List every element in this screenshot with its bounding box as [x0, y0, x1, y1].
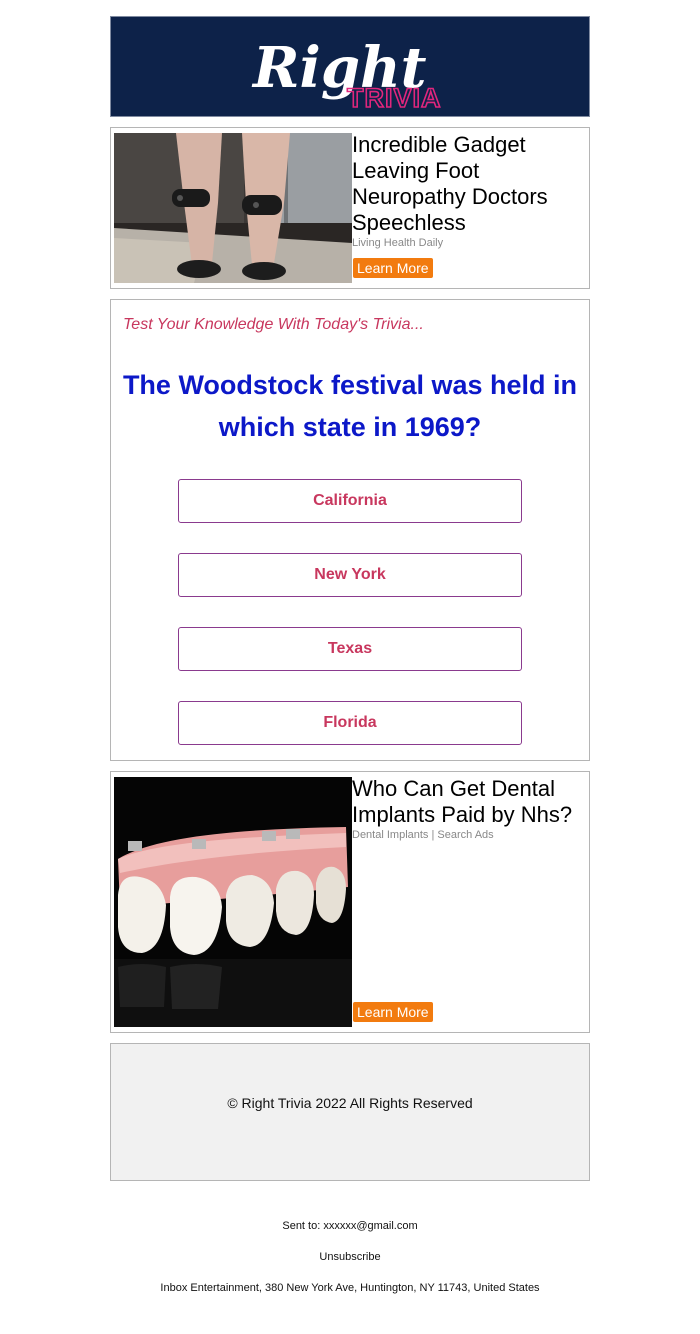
sent-to-text: Sent to: xxxxxx@gmail.com	[282, 1220, 418, 1232]
ad-title[interactable]: Incredible Gadget Leaving Foot Neuropath…	[352, 132, 585, 236]
ad-source: Living Health Daily	[352, 237, 444, 249]
copyright-text: © Right Trivia 2022 All Rights Reserved	[227, 1095, 473, 1111]
logo-sub-text: TRIVIA	[347, 83, 442, 113]
footer-box: © Right Trivia 2022 All Rights Reserved	[110, 1043, 590, 1181]
header-banner[interactable]: Right TRIVIA	[110, 16, 590, 117]
ad-image-dental-implant[interactable]	[114, 777, 352, 1027]
email-page: Right TRIVIA Incredible Gadget Leaving F…	[0, 0, 700, 1334]
unsubscribe-link[interactable]: Unsubscribe	[0, 1251, 700, 1263]
right-trivia-logo: Right TRIVIA	[251, 35, 442, 114]
trivia-question: The Woodstock festival was held in which…	[122, 370, 578, 442]
learn-more-button[interactable]: Learn More	[353, 1002, 433, 1022]
sponsored-ad-dental[interactable]: Who Can Get Dental Implants Paid by Nhs?…	[110, 771, 590, 1033]
answer-button-new-york[interactable]: New York	[178, 553, 522, 597]
sponsored-ad-neuropathy[interactable]: Incredible Gadget Leaving Foot Neuropath…	[110, 127, 590, 289]
ad-source: Dental Implants | Search Ads	[352, 829, 494, 841]
answer-button-texas[interactable]: Texas	[178, 627, 522, 671]
answer-button-florida[interactable]: Florida	[178, 701, 522, 745]
trivia-card: Test Your Knowledge With Today's Trivia.…	[110, 299, 590, 761]
ad-title[interactable]: Who Can Get Dental Implants Paid by Nhs?	[352, 776, 585, 828]
trivia-intro: Test Your Knowledge With Today's Trivia.…	[123, 316, 424, 333]
answer-button-california[interactable]: California	[178, 479, 522, 523]
company-address: Inbox Entertainment, 380 New York Ave, H…	[160, 1282, 540, 1294]
learn-more-button[interactable]: Learn More	[353, 258, 433, 278]
ad-image-leg-gadget[interactable]	[114, 133, 352, 283]
